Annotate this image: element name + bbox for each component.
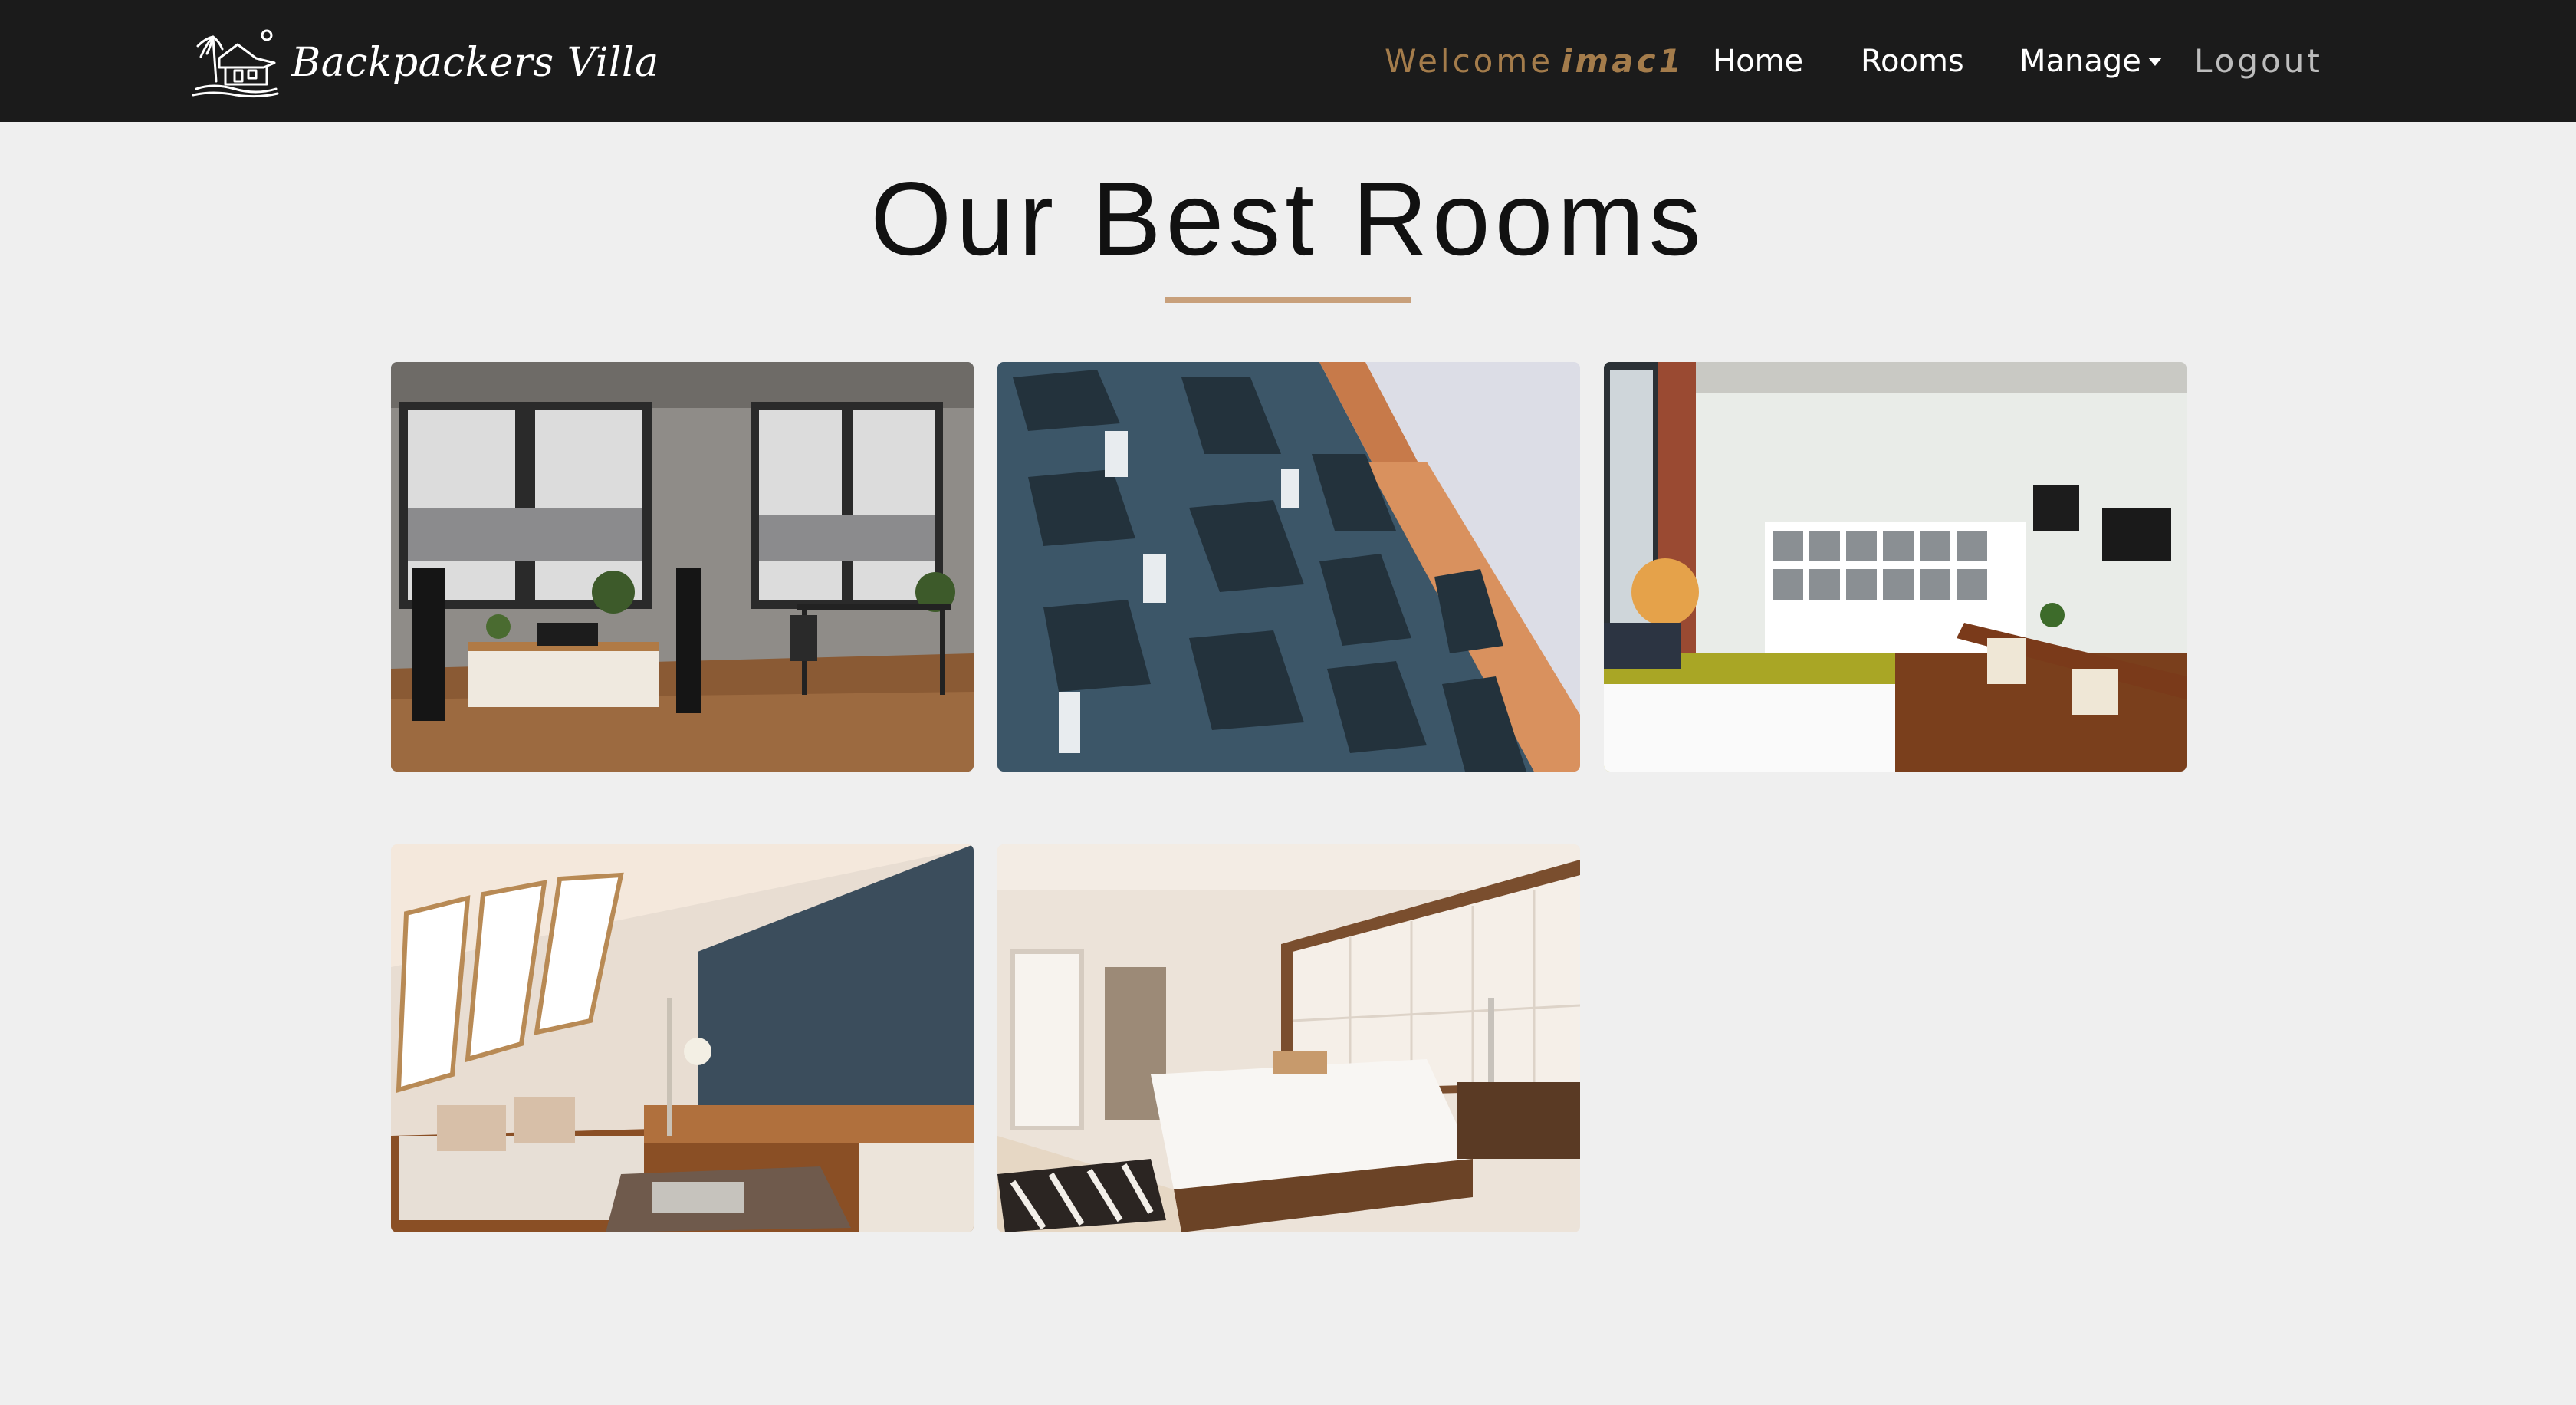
room-card-photo[interactable] bbox=[997, 362, 1580, 772]
caret-down-icon bbox=[2147, 58, 2162, 66]
brand-name: Backpackers Villa bbox=[291, 40, 659, 86]
room-photo bbox=[1604, 362, 2187, 772]
room-card-photo[interactable] bbox=[391, 362, 974, 772]
villa-logo-icon bbox=[192, 29, 279, 98]
room-photo bbox=[997, 362, 1580, 772]
username: imac1 bbox=[1561, 42, 1684, 80]
nav-logout-link[interactable]: Logout bbox=[2194, 38, 2323, 84]
room-photo bbox=[391, 844, 974, 1232]
room-photo bbox=[997, 844, 1580, 1232]
room-card-photo[interactable] bbox=[997, 844, 1580, 1232]
nav-manage-dropdown[interactable]: Manage bbox=[2019, 38, 2163, 84]
page-title: Our Best Rooms bbox=[870, 160, 1706, 277]
navbar: Backpackers Villa Welcome imac1 Home Room… bbox=[0, 0, 2576, 122]
welcome-prefix: Welcome bbox=[1385, 42, 1554, 80]
nav-manage-label: Manage bbox=[2019, 44, 2141, 79]
brand-link[interactable]: Backpackers Villa bbox=[190, 28, 659, 98]
room-card-photo[interactable] bbox=[391, 844, 974, 1232]
nav-rooms-link[interactable]: Rooms bbox=[1861, 38, 1964, 84]
nav-home-link[interactable]: Home bbox=[1713, 38, 1803, 84]
room-card-photo[interactable] bbox=[1604, 362, 2187, 772]
title-underline bbox=[1165, 297, 1411, 303]
room-photo bbox=[391, 362, 974, 772]
welcome-message: Welcome imac1 bbox=[1385, 38, 1684, 84]
